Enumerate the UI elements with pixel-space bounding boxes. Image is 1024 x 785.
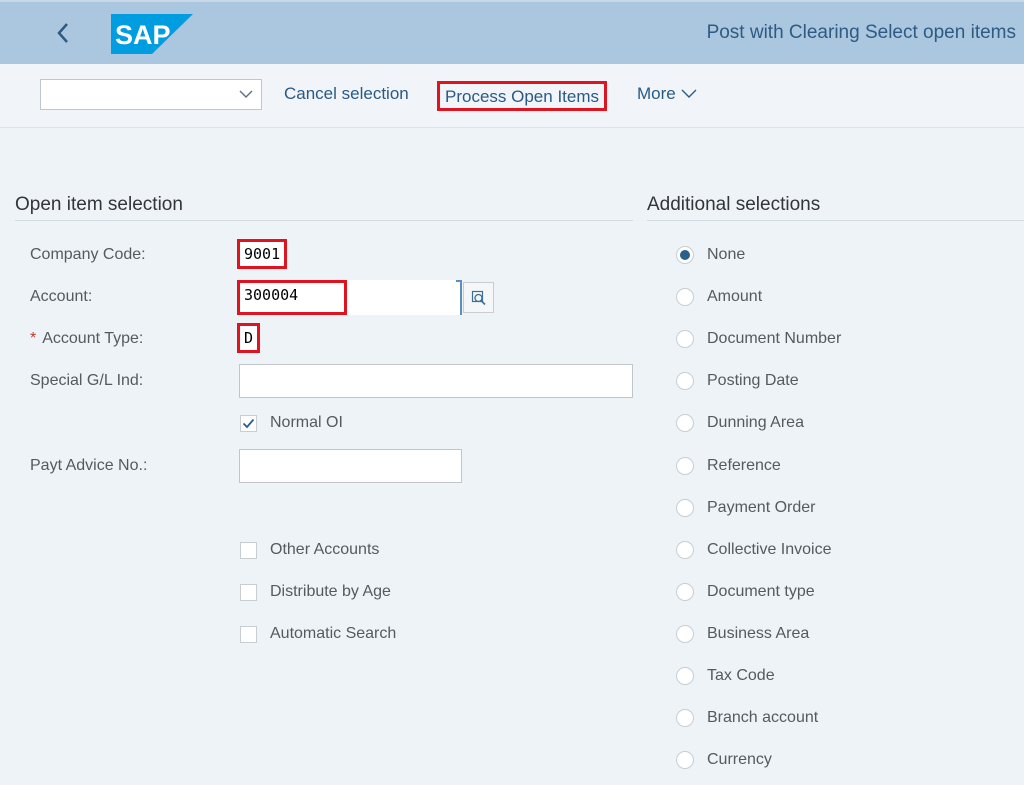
more-label: More xyxy=(637,84,676,103)
radio-label: None xyxy=(707,246,746,263)
company-code-label: Company Code: xyxy=(30,246,146,263)
radio-option-none[interactable]: None xyxy=(676,246,745,264)
account-type-label: * Account Type: xyxy=(30,330,143,348)
special-gl-input[interactable] xyxy=(239,364,633,398)
distribute-by-age-label: Distribute by Age xyxy=(270,583,391,600)
radio-option-currency[interactable]: Currency xyxy=(676,751,772,770)
radio-label: Posting Date xyxy=(707,372,799,390)
checkmark-icon xyxy=(242,418,255,428)
toolbar: Cancel selection Process Open Items More xyxy=(0,64,1024,128)
radio-button[interactable] xyxy=(676,751,694,770)
account-type-field[interactable]: D xyxy=(237,323,261,353)
radio-button[interactable] xyxy=(676,624,694,643)
checkbox-box[interactable] xyxy=(240,625,257,643)
radio-option-collective-invoice[interactable]: Collective Invoice xyxy=(676,540,832,559)
sap-logo: SAP xyxy=(111,14,193,54)
payt-advice-input[interactable] xyxy=(239,449,462,483)
checkbox-box[interactable] xyxy=(240,414,257,432)
account-label: Account: xyxy=(30,288,93,305)
distribute-by-age-checkbox[interactable]: Distribute by Age xyxy=(240,583,391,601)
search-icon xyxy=(471,290,486,305)
radio-label: Business Area xyxy=(707,624,810,642)
radio-label: Payment Order xyxy=(707,498,816,516)
radio-button[interactable] xyxy=(676,414,694,433)
svg-text:SAP: SAP xyxy=(115,20,171,50)
checkbox-box[interactable] xyxy=(240,541,257,559)
radio-option-payment-order[interactable]: Payment Order xyxy=(676,498,816,517)
other-accounts-label: Other Accounts xyxy=(270,541,380,558)
radio-option-document-number[interactable]: Document Number xyxy=(676,330,842,349)
radio-label: Currency xyxy=(707,751,772,769)
radio-button[interactable] xyxy=(676,667,694,685)
back-button[interactable] xyxy=(48,16,78,50)
radio-label: Branch account xyxy=(707,709,819,727)
radio-option-dunning-area[interactable]: Dunning Area xyxy=(676,414,804,433)
radio-label: Dunning Area xyxy=(707,414,804,432)
additional-selections-title: Additional selections xyxy=(647,194,821,215)
normal-oi-label: Normal OI xyxy=(270,414,343,431)
more-button[interactable]: More xyxy=(637,84,697,104)
radio-button[interactable] xyxy=(676,456,694,475)
radio-button[interactable] xyxy=(676,498,694,517)
radio-button[interactable] xyxy=(676,709,694,728)
special-gl-label: Special G/L Ind: xyxy=(30,372,144,389)
radio-label: Reference xyxy=(707,456,781,474)
radio-option-tax-code[interactable]: Tax Code xyxy=(676,667,775,685)
automatic-search-label: Automatic Search xyxy=(270,625,397,642)
normal-oi-checkbox[interactable]: Normal OI xyxy=(240,414,343,432)
radio-label: Collective Invoice xyxy=(707,540,832,558)
radio-button[interactable] xyxy=(676,582,694,601)
radio-button[interactable] xyxy=(676,372,694,391)
radio-option-reference[interactable]: Reference xyxy=(676,456,781,475)
radio-button[interactable] xyxy=(676,288,694,307)
radio-button[interactable] xyxy=(676,246,694,264)
radio-option-branch-account[interactable]: Branch account xyxy=(676,709,819,728)
company-code-field[interactable]: 9001 xyxy=(237,239,288,269)
chevron-down-icon xyxy=(681,89,697,98)
radio-option-document-type[interactable]: Document type xyxy=(676,582,815,601)
account-field[interactable]: 300004 xyxy=(237,280,347,315)
payt-advice-label: Payt Advice No.: xyxy=(30,457,148,474)
radio-label: Tax Code xyxy=(707,667,775,684)
chevron-down-icon xyxy=(239,90,253,98)
account-type-label-text: Account Type: xyxy=(42,330,144,347)
radio-label: Amount xyxy=(707,288,763,306)
radio-selected-dot xyxy=(680,250,690,260)
process-open-items-button[interactable]: Process Open Items xyxy=(437,81,608,111)
open-item-selection-title: Open item selection xyxy=(15,194,183,215)
section-divider xyxy=(647,220,1024,221)
value-help-button[interactable] xyxy=(463,282,494,313)
chevron-left-icon xyxy=(57,23,68,43)
radio-option-posting-date[interactable]: Posting Date xyxy=(676,372,799,391)
section-divider xyxy=(15,220,633,221)
radio-label: Document Number xyxy=(707,330,842,348)
app-title: Post with Clearing Select open items xyxy=(706,22,1016,43)
required-indicator: * xyxy=(30,330,37,347)
shell-header: SAP Post with Clearing Select open items xyxy=(0,0,1024,64)
radio-option-amount[interactable]: Amount xyxy=(676,288,763,307)
variant-dropdown[interactable] xyxy=(40,79,262,110)
radio-label: Document type xyxy=(707,582,815,600)
radio-button[interactable] xyxy=(676,330,694,349)
checkbox-box[interactable] xyxy=(240,583,257,601)
cancel-selection-button[interactable]: Cancel selection xyxy=(284,84,409,104)
radio-option-business-area[interactable]: Business Area xyxy=(676,624,810,643)
other-accounts-checkbox[interactable]: Other Accounts xyxy=(240,541,379,559)
automatic-search-checkbox[interactable]: Automatic Search xyxy=(240,625,396,643)
radio-button[interactable] xyxy=(676,540,694,559)
